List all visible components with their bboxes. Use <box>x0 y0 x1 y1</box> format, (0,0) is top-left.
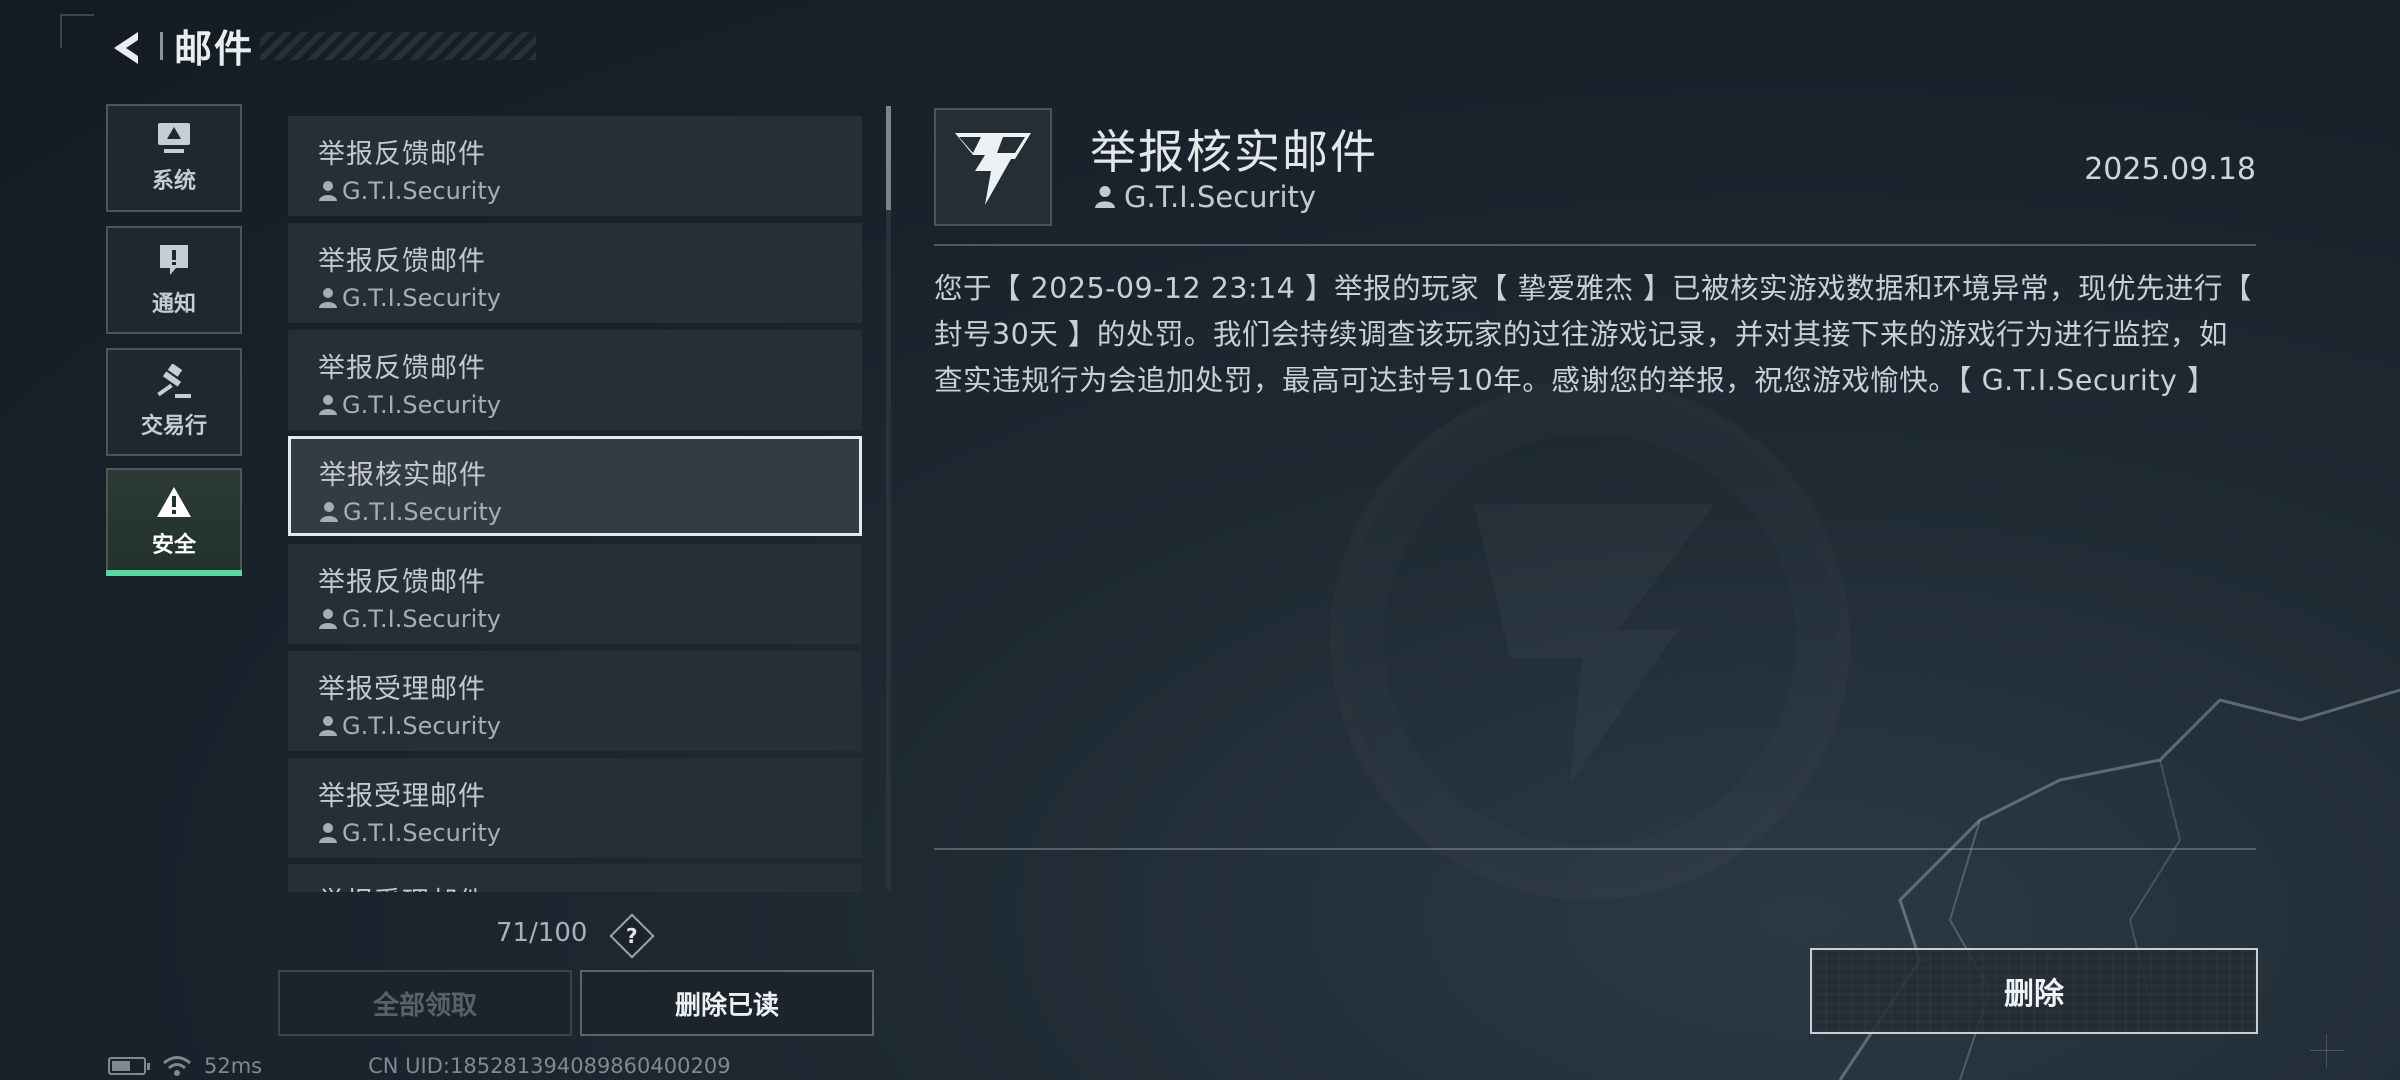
mail-sender: G.T.I.Security <box>318 712 860 740</box>
person-icon <box>320 502 338 522</box>
warning-triangle-icon <box>157 487 191 517</box>
sender-logo <box>934 108 1052 226</box>
claim-all-button[interactable]: 全部领取 <box>278 970 572 1036</box>
mail-subject: 举报受理邮件 <box>318 674 486 705</box>
mail-list[interactable]: 举报反馈邮件 G.T.I.Security 举报反馈邮件 G.T.I.Secur… <box>288 116 862 892</box>
delete-read-button[interactable]: 删除已读 <box>580 970 874 1036</box>
page-header: 邮件 <box>160 24 536 71</box>
page-title: 邮件 <box>174 26 255 71</box>
mail-subject: 举报反馈邮件 <box>318 567 486 598</box>
wifi-icon <box>163 1056 191 1076</box>
person-icon <box>319 716 337 736</box>
mail-subject: 举报受理邮件 <box>318 781 486 812</box>
monitor-icon <box>158 123 190 153</box>
category-label: 安全 <box>151 533 196 558</box>
delete-mail-label: 删除 <box>2004 977 2064 1012</box>
mail-sender-name: G.T.I.Security <box>342 712 501 740</box>
detail-divider-bottom <box>934 848 2256 850</box>
mail-detail-title: 举报核实邮件 <box>1090 125 1378 179</box>
mail-subject: 举报受理邮件 <box>318 880 860 892</box>
mail-sender-name: G.T.I.Security <box>342 284 501 312</box>
person-icon <box>1095 186 1115 208</box>
category-label: 系统 <box>151 169 196 194</box>
mail-detail-body: 您于【 2025-09-12 23:14 】举报的玩家【 挚爱雅杰 】已被核实游… <box>934 272 2253 397</box>
category-tab-system[interactable]: 系统 <box>106 104 242 212</box>
category-tab-notice[interactable]: 通知 <box>106 226 242 334</box>
mail-list-scrollbar[interactable] <box>886 106 891 890</box>
mail-detail-date: 2025.09.18 <box>2084 152 2256 187</box>
corner-frame-mark <box>60 14 94 48</box>
mail-list-item[interactable]: 举报受理邮件 G.T.I.Security <box>288 651 862 751</box>
mail-list-item[interactable]: 举报反馈邮件 G.T.I.Security <box>288 223 862 323</box>
mail-list-item[interactable]: 举报反馈邮件 G.T.I.Security <box>288 330 862 430</box>
mail-sender-name: G.T.I.Security <box>342 391 501 419</box>
mail-subject: 举报反馈邮件 <box>318 353 486 384</box>
help-icon: ? <box>626 923 638 948</box>
back-button[interactable] <box>104 24 152 72</box>
header-stripes <box>260 32 536 60</box>
mail-detail-sender: G.T.I.Security <box>1094 180 1316 214</box>
mail-subject: 举报反馈邮件 <box>318 139 486 170</box>
mail-list-item-selected[interactable]: 举报核实邮件 G.T.I.Security <box>288 436 862 536</box>
mail-sender: G.T.I.Security <box>318 177 860 205</box>
mail-count: 71/100 <box>496 918 588 948</box>
mail-sender-name: G.T.I.Security <box>342 605 501 633</box>
mail-sender-name: G.T.I.Security <box>342 819 501 847</box>
mail-sender: G.T.I.Security <box>319 498 859 526</box>
alert-square-icon <box>160 245 188 275</box>
crosshair-mark <box>2310 1034 2344 1068</box>
detail-divider-top <box>934 244 2256 246</box>
battery-level <box>112 1061 130 1071</box>
person-icon <box>319 181 337 201</box>
mail-list-item[interactable]: 举报反馈邮件 G.T.I.Security <box>288 116 862 216</box>
person-icon <box>319 609 337 629</box>
status-bar: 52ms CN UID:1852813940898604002​09 <box>108 1054 731 1078</box>
category-label: 交易行 <box>140 414 207 439</box>
help-button[interactable]: ? <box>609 913 655 959</box>
mail-sender: G.T.I.Security <box>318 605 860 633</box>
mail-detail-sender-name: G.T.I.Security <box>1124 180 1317 214</box>
header-divider <box>160 32 163 60</box>
active-indicator <box>106 570 242 576</box>
mail-list-item[interactable]: 举报受理邮件 G.T.I.Security <box>288 758 862 858</box>
category-tab-trade[interactable]: 交易行 <box>106 348 242 456</box>
mail-list-item-partial[interactable]: 举报受理邮件 <box>288 864 862 892</box>
mail-list-item[interactable]: 举报反馈邮件 G.T.I.Security <box>288 544 862 644</box>
delete-mail-button[interactable]: 删除 <box>1810 948 2258 1034</box>
mail-sender-name: G.T.I.Security <box>342 177 501 205</box>
mail-sender: G.T.I.Security <box>318 391 860 419</box>
person-icon <box>319 395 337 415</box>
back-arrow-icon <box>114 32 138 64</box>
battery-icon <box>108 1057 150 1075</box>
mail-subject: 举报反馈邮件 <box>318 246 486 277</box>
ping-value: 52ms <box>204 1054 263 1078</box>
mail-subject: 举报核实邮件 <box>319 460 487 491</box>
person-icon <box>319 288 337 308</box>
category-label: 通知 <box>151 292 196 317</box>
mail-sender: G.T.I.Security <box>318 819 860 847</box>
scrollbar-thumb[interactable] <box>886 106 891 210</box>
category-tab-security[interactable]: 安全 <box>106 468 242 576</box>
mail-sender: G.T.I.Security <box>318 284 860 312</box>
gavel-icon <box>157 364 191 398</box>
person-icon <box>319 823 337 843</box>
background-emblem <box>1330 380 1850 900</box>
uid-text: CN UID:1852813940898604002​09 <box>368 1054 731 1078</box>
mail-sender-name: G.T.I.Security <box>343 498 502 526</box>
lightning-shield-icon <box>955 133 1031 205</box>
